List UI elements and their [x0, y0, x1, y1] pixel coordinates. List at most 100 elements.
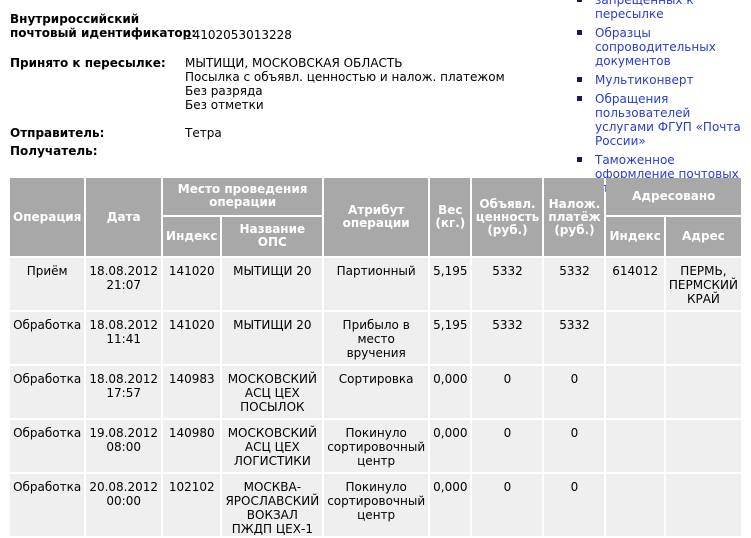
bullet-icon — [577, 0, 582, 2]
cell-date: 18.08.2012 21:07 — [86, 258, 162, 310]
table-row: Обработка 18.08.2012 17:57 140983 МОСКОВС… — [10, 366, 741, 418]
header-weight: Вес (кг.) — [430, 178, 471, 256]
cell-index: 140983 — [163, 366, 221, 418]
table-row: Обработка 19.08.2012 08:00 140980 МОСКОВС… — [10, 420, 741, 472]
bullet-icon — [577, 30, 582, 35]
cell-date-day: 18.08.2012 — [89, 372, 159, 386]
cell-cod: 0 — [544, 366, 605, 418]
header-operation: Операция — [10, 178, 85, 256]
recipient-label: Получатель: — [10, 144, 98, 158]
link-prohibited[interactable]: запрещенных к пересылке — [595, 0, 694, 21]
cell-addr-index — [606, 312, 664, 364]
cell-attribute: Партионный — [324, 258, 429, 310]
tracking-id-label-line1: Внутрироссийский — [10, 12, 140, 26]
accepted-type: Посылка с объявл. ценностью и налож. пла… — [185, 70, 505, 84]
header-place: Место проведения операции — [163, 178, 323, 215]
header-ops-name: Название ОПС — [222, 216, 323, 256]
cell-weight: 0,000 — [430, 474, 471, 536]
cell-date-time: 00:00 — [106, 494, 141, 508]
sender-label: Отправитель: — [10, 126, 105, 140]
cell-index: 141020 — [163, 258, 221, 310]
cell-ops-name: МЫТИЩИ 20 — [222, 258, 323, 310]
cell-declared-value: 5332 — [472, 258, 543, 310]
cell-attribute: Прибыло в место вручения — [324, 312, 429, 364]
cell-index: 102102 — [163, 474, 221, 536]
cell-weight: 0,000 — [430, 420, 471, 472]
header-addressed: Адресовано — [606, 178, 741, 215]
cell-date-day: 19.08.2012 — [89, 426, 159, 440]
cell-operation: Приём — [10, 258, 85, 310]
cell-declared-value: 0 — [472, 474, 543, 536]
sender-value: Тетра — [185, 126, 222, 140]
cell-date: 18.08.2012 17:57 — [86, 366, 162, 418]
bullet-icon — [577, 157, 582, 162]
link-document-samples[interactable]: Образцы сопроводительных документов — [595, 26, 716, 68]
sidebar-item-samples: Образцы сопроводительных документов — [575, 26, 751, 68]
cell-declared-value: 5332 — [472, 312, 543, 364]
header-declared-value: Объявл. ценность (руб.) — [472, 178, 543, 256]
cell-weight: 0,000 — [430, 366, 471, 418]
cell-address — [665, 474, 741, 536]
link-multienvelope[interactable]: Мультиконверт — [595, 73, 693, 87]
cell-index: 140980 — [163, 420, 221, 472]
cell-cod: 0 — [544, 474, 605, 536]
table-row: Приём 18.08.2012 21:07 141020 МЫТИЩИ 20 П… — [10, 258, 741, 310]
bullet-icon — [577, 96, 582, 101]
header-date: Дата — [86, 178, 162, 256]
accepted-label: Принято к пересылке: — [10, 56, 166, 70]
header-addr-index: Индекс — [606, 216, 664, 256]
cell-ops-name: МЫТИЩИ 20 — [222, 312, 323, 364]
cell-date-time: 17:57 — [106, 386, 141, 400]
cell-date: 20.08.2012 00:00 — [86, 474, 162, 536]
sidebar-item-multienvelope: Мультиконверт — [575, 73, 751, 87]
cell-ops-name: МОСКОВСКИЙ АСЦ ЦЕХ ЛОГИСТИКИ — [222, 420, 323, 472]
cell-date-day: 20.08.2012 — [89, 480, 159, 494]
sidebar-links: запрещенных к пересылке Образцы сопровод… — [575, 0, 751, 200]
cell-address — [665, 366, 741, 418]
cell-weight: 5,195 — [430, 258, 471, 310]
cell-date-time: 11:41 — [106, 332, 141, 346]
cell-addr-index — [606, 474, 664, 536]
cell-attribute: Сортировка — [324, 366, 429, 418]
accepted-details: МЫТИЩИ, МОСКОВСКАЯ ОБЛАСТЬ Посылка с объ… — [185, 56, 505, 112]
table-row: Обработка 18.08.2012 11:41 141020 МЫТИЩИ … — [10, 312, 741, 364]
cell-attribute: Покинуло сортировочный центр — [324, 474, 429, 536]
cell-operation: Обработка — [10, 474, 85, 536]
tracking-id-label: Внутрироссийский почтовый идентификатор: — [10, 12, 196, 40]
link-user-appeals[interactable]: Обращения пользователей услугами ФГУП «П… — [595, 92, 741, 148]
table-row: Обработка 20.08.2012 00:00 102102 МОСКВА-… — [10, 474, 741, 536]
header-address: Адрес — [665, 216, 741, 256]
cell-address — [665, 420, 741, 472]
cell-address — [665, 312, 741, 364]
cell-addr-index — [606, 420, 664, 472]
header-attribute: Атрибут операции — [324, 178, 429, 256]
cell-date-time: 21:07 — [106, 278, 141, 292]
tracking-id-value: 14102053013228 — [185, 28, 292, 42]
cell-index: 141020 — [163, 312, 221, 364]
cell-operation: Обработка — [10, 312, 85, 364]
accepted-mark: Без отметки — [185, 98, 264, 112]
cell-address: ПЕРМЬ, ПЕРМСКИЙ КРАЙ — [665, 258, 741, 310]
cell-date-day: 18.08.2012 — [89, 318, 159, 332]
cell-operation: Обработка — [10, 420, 85, 472]
accepted-class: Без разряда — [185, 84, 263, 98]
cell-date: 18.08.2012 11:41 — [86, 312, 162, 364]
cell-attribute: Покинуло сортировочный центр — [324, 420, 429, 472]
cell-cod: 5332 — [544, 258, 605, 310]
header-index: Индекс — [163, 216, 221, 256]
cell-declared-value: 0 — [472, 420, 543, 472]
cell-ops-name: МОСКВА-ЯРОСЛАВСКИЙ ВОКЗАЛ ПЖДП ЦЕХ-1 — [222, 474, 323, 536]
sidebar-item-prohibited: запрещенных к пересылке — [575, 0, 751, 21]
cell-weight: 5,195 — [430, 312, 471, 364]
accepted-place: МЫТИЩИ, МОСКОВСКАЯ ОБЛАСТЬ — [185, 56, 403, 70]
sidebar-item-appeals: Обращения пользователей услугами ФГУП «П… — [575, 92, 751, 148]
tracking-id-label-line2: почтовый идентификатор: — [10, 26, 197, 40]
cell-date: 19.08.2012 08:00 — [86, 420, 162, 472]
cell-ops-name: МОСКОВСКИЙ АСЦ ЦЕХ ПОСЫЛОК — [222, 366, 323, 418]
cell-cod: 0 — [544, 420, 605, 472]
cell-operation: Обработка — [10, 366, 85, 418]
cell-addr-index — [606, 366, 664, 418]
cell-addr-index: 614012 — [606, 258, 664, 310]
cell-date-time: 08:00 — [106, 440, 141, 454]
bullet-icon — [577, 77, 582, 82]
